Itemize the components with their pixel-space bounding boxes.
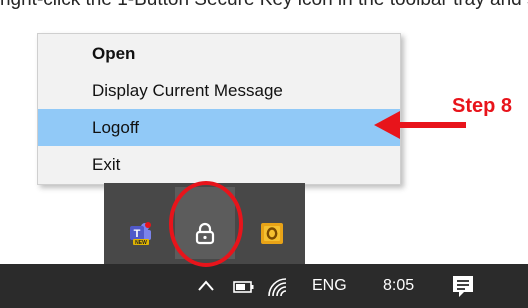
language-indicator[interactable]: ENG — [312, 264, 347, 308]
step-label: Step 8 — [452, 95, 513, 117]
chevron-up-icon[interactable] — [196, 278, 216, 294]
svg-text:NEW: NEW — [135, 240, 147, 246]
wifi-icon[interactable] — [266, 276, 290, 298]
teams-new-icon[interactable]: T NEW — [127, 220, 153, 246]
taskbar — [0, 264, 528, 308]
svg-text:T: T — [134, 228, 141, 240]
menu-item-open[interactable]: Open — [38, 35, 400, 72]
outlook-icon[interactable] — [259, 220, 285, 246]
notification-icon[interactable] — [450, 273, 476, 299]
secure-key-lock-icon[interactable] — [192, 220, 218, 246]
menu-item-display-current-message[interactable]: Display Current Message — [38, 72, 400, 109]
menu-item-exit[interactable]: Exit — [38, 146, 400, 183]
tray-context-menu: Open Display Current Message Logoff Exit — [37, 33, 401, 185]
menu-item-logoff[interactable]: Logoff — [38, 109, 400, 146]
clock-time[interactable]: 8:05 — [383, 264, 414, 308]
screenshot: right-click the 1-Button Secure Key icon… — [0, 0, 528, 308]
instruction-text: right-click the 1-Button Secure Key icon… — [0, 0, 528, 12]
battery-icon[interactable] — [232, 279, 256, 295]
